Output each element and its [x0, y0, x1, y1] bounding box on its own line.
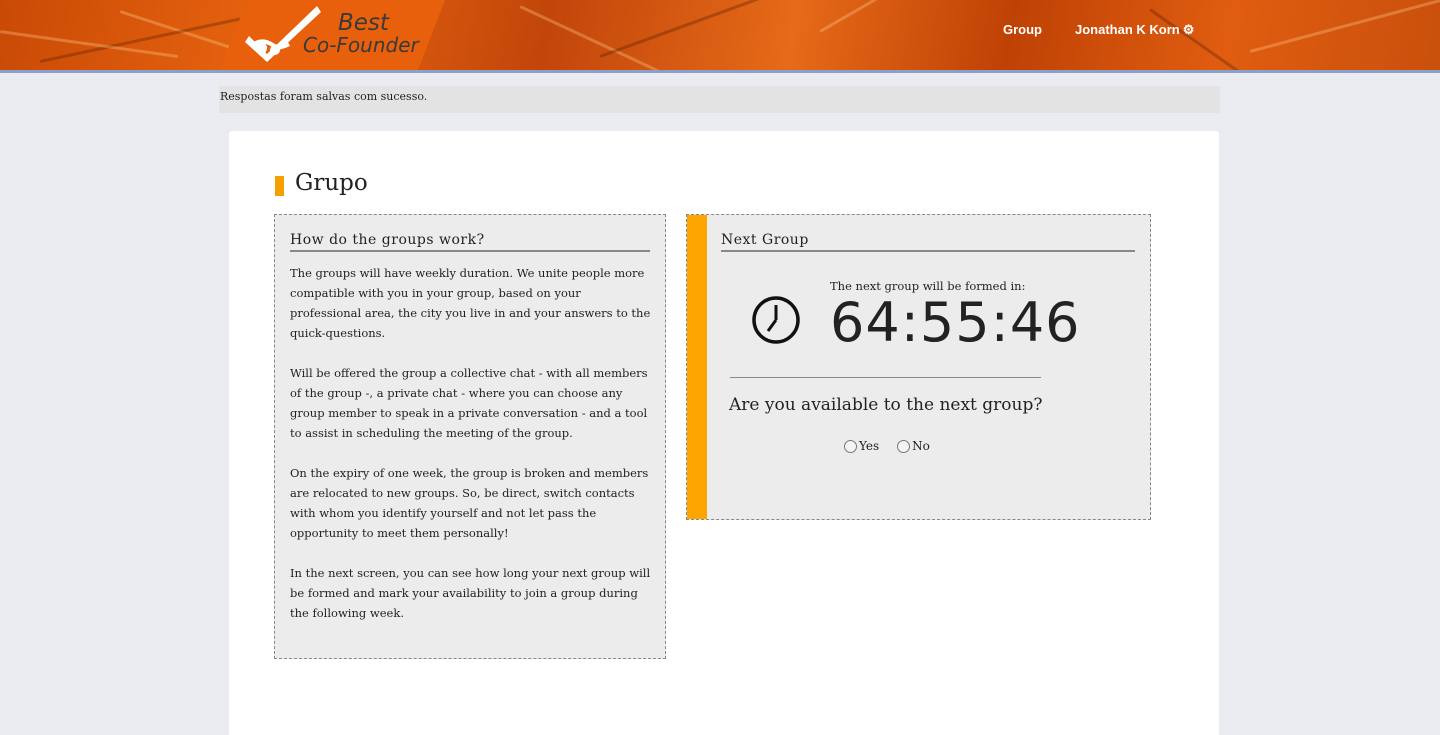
availability-options: Yes No	[844, 439, 930, 453]
how-it-works-panel: How do the groups work? The groups will …	[274, 214, 666, 659]
radio-no[interactable]: No	[897, 439, 930, 453]
top-header	[0, 0, 1440, 70]
how-it-works-heading: How do the groups work?	[290, 232, 650, 252]
logo-line2: Co-Founder	[303, 33, 419, 57]
next-group-heading: Next Group	[721, 232, 1135, 252]
radio-no-button[interactable]	[897, 439, 911, 453]
flash-text: Respostas foram salvas com sucesso.	[220, 90, 428, 103]
nav-group-link[interactable]: Group	[1003, 22, 1042, 37]
accent-stripe	[687, 215, 707, 519]
how-it-works-body: The groups will have weekly duration. We…	[290, 263, 655, 643]
gear-icon[interactable]: ⚙	[1183, 23, 1195, 36]
paragraph: On the expiry of one week, the group is …	[290, 466, 649, 540]
logo-wordmark[interactable]: Best Co-Founder	[303, 10, 419, 57]
radio-yes-button[interactable]	[844, 439, 857, 453]
clock-icon	[752, 296, 800, 344]
paragraph: The groups will have weekly duration. We…	[290, 266, 651, 340]
availability-question: Are you available to the next group?	[729, 395, 1043, 415]
title-accent-bar	[275, 176, 284, 196]
radio-yes[interactable]: Yes	[844, 439, 879, 453]
radio-no-label[interactable]: No	[912, 439, 930, 453]
countdown-timer: 64:55:46	[830, 291, 1081, 354]
header-divider	[0, 70, 1440, 73]
user-name[interactable]: Jonathan K Korn	[1075, 22, 1180, 37]
divider	[730, 377, 1041, 378]
paragraph: In the next screen, you can see how long…	[290, 566, 651, 620]
radio-yes-label[interactable]: Yes	[859, 439, 879, 453]
page-title: Grupo	[295, 170, 368, 196]
user-menu[interactable]: Jonathan K Korn ⚙	[1075, 22, 1194, 37]
paragraph: Will be offered the group a collective c…	[290, 366, 648, 440]
flash-message: Respostas foram salvas com sucesso.	[219, 86, 1220, 113]
logo-line1: Best	[338, 10, 389, 36]
next-group-panel: Next Group The next group will be formed…	[686, 214, 1151, 520]
